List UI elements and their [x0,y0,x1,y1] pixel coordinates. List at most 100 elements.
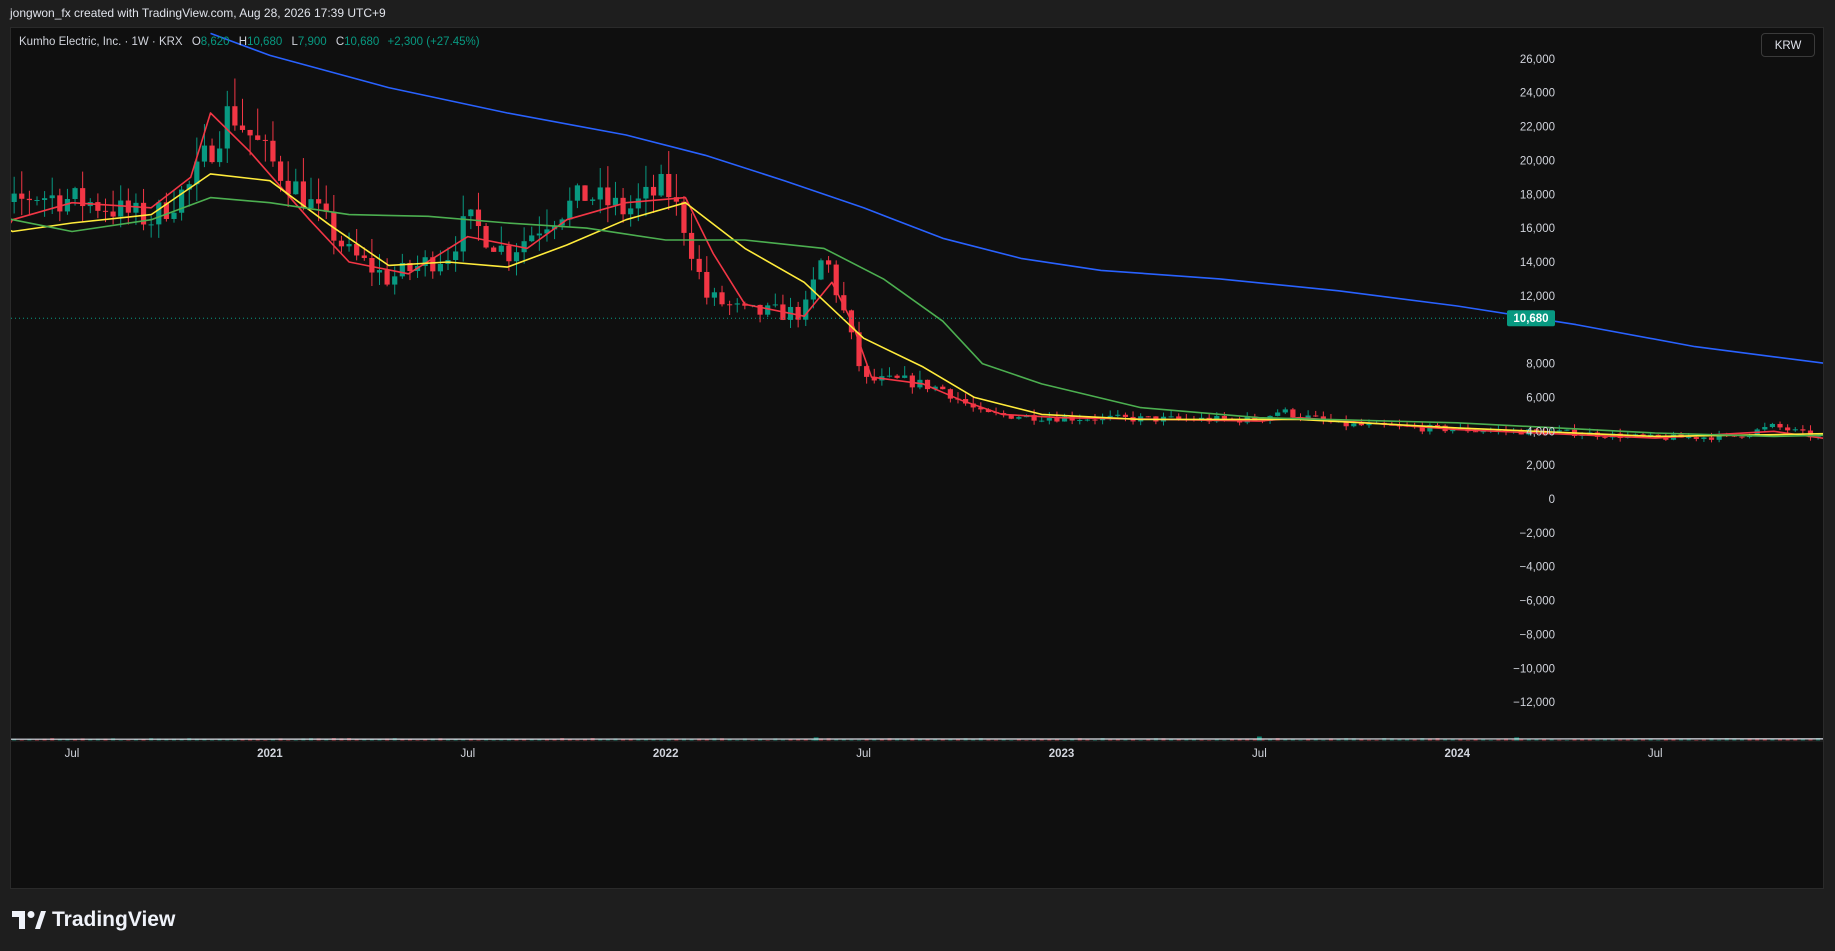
y-tick-label: 16,000 [1520,223,1555,235]
y-tick-label: −4,000 [1520,562,1556,574]
symbol-title: Kumho Electric, Inc. · 1W · KRX [19,36,183,48]
candle-body [232,106,238,126]
candle-body [1016,417,1022,419]
candle-body [1077,420,1083,422]
last-price-label: 10,680 [1513,313,1548,325]
candle-body [437,263,443,272]
candle-body [1290,409,1296,418]
y-tick-label: 14,000 [1520,257,1555,269]
candle-body [277,161,284,181]
x-tick-label: Jul [460,748,475,760]
candle-body [650,186,657,196]
candle-body [19,193,25,199]
candle-body [1145,416,1151,418]
candle-body [711,292,718,298]
candle-body [1769,423,1776,428]
y-tick-label: 12,000 [1520,291,1555,303]
x-tick-label: 2022 [653,748,679,760]
candle-body [1564,429,1570,431]
candle-body [338,240,345,247]
candle-body [1054,418,1060,422]
candle-body [392,276,398,285]
candle-body [255,135,261,140]
candle-body [818,260,824,280]
candle-body [1701,437,1707,439]
x-tick-label: Jul [65,748,80,760]
y-tick-label: 0 [1549,494,1555,506]
candle-body [483,226,489,248]
y-tick-label: 2,000 [1526,460,1555,472]
candle-body [1221,415,1227,419]
time-axis[interactable]: Jul2021Jul2022Jul2023Jul2024Jul2025Jul20… [11,740,1823,760]
candle-body [361,255,367,258]
candle-body [491,247,497,252]
candle-body [681,201,687,233]
candle-body [506,245,512,262]
candle-body [217,148,223,163]
chart-credit: jongwon_fx created with TradingView.com,… [10,6,386,20]
candle-body [453,251,459,261]
candle-body [201,145,208,162]
y-tick-label: −12,000 [1513,697,1555,709]
price-chart[interactable]: 10,680 26,000 24,000 22,000 20,000 18,000 16,… [11,28,1823,888]
candle-body [41,198,48,201]
y-tick-label: 6,000 [1526,392,1555,404]
candle-body [354,244,360,256]
candle-body [734,303,740,305]
candle-body [1785,427,1791,431]
price-axis[interactable]: 26,000 24,000 22,000 20,000 18,000 16,000 14,0… [1513,54,1555,709]
chart-pane[interactable]: 10,680 26,000 24,000 22,000 20,000 18,000 16,… [10,27,1824,889]
candle-body [1122,414,1129,417]
candle-body [11,193,17,203]
candle-body [940,386,946,390]
candle-body [95,202,101,211]
candle-body [118,200,124,217]
candle-body [727,304,733,306]
y-tick-label: 20,000 [1520,155,1555,167]
candle-body [209,145,215,163]
candle-body [110,211,116,217]
candle-body [262,139,268,141]
symbol-legend: Kumho Electric, Inc. · 1W · KRX O8,620 H… [19,36,480,48]
candle-body [1472,431,1479,433]
candle-body [102,210,109,212]
candle-body [1777,423,1783,428]
tradingview-logo-icon [12,911,46,929]
candle-body [346,244,352,247]
candle-body [605,187,611,206]
x-tick-label: Jul [856,748,871,760]
candle-body [1107,415,1113,417]
high-label: H [238,36,248,48]
candle-body [498,245,504,252]
candle-body [1739,436,1745,438]
candle-body [34,200,40,202]
candle-body [376,270,383,273]
candle-body [369,257,375,273]
close-value: 10,680 [344,36,380,48]
candle-body [1800,429,1806,431]
candle-body [1084,419,1090,421]
candle-body [133,202,139,213]
tradingview-brand[interactable]: TradingView [12,908,175,932]
high-value: 10,680 [247,36,283,48]
candle-body [1275,412,1281,416]
low-value: 7,900 [297,36,327,48]
candle-body [894,375,900,378]
candle-body [902,375,908,378]
volume-layer [11,736,1823,741]
candle-body [529,235,535,242]
candle-body [513,252,520,262]
candle-body [567,200,573,220]
currency-button[interactable]: KRW [1761,33,1815,57]
candle-body [475,209,482,227]
candle-body [1176,416,1182,419]
candle-body [293,181,299,195]
candle-body [1602,436,1608,438]
candle-body [1708,437,1715,440]
candle-body [590,199,596,201]
brand-name: TradingView [52,908,176,931]
candle-body [628,208,634,215]
candle-body [658,173,664,196]
y-tick-label: 24,000 [1520,88,1555,100]
candle-body [574,185,581,201]
